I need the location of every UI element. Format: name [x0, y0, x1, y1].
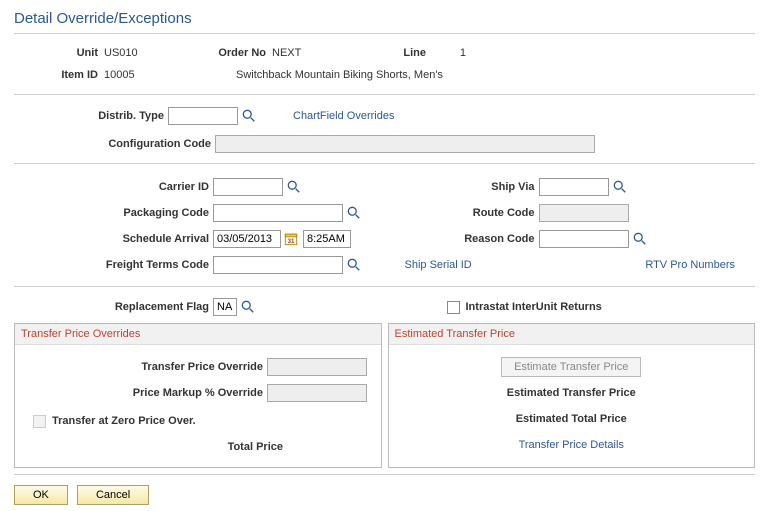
- distrib-input[interactable]: [168, 107, 238, 125]
- etot-label: Estimated Total Price: [397, 413, 747, 425]
- estimated-transfer-price-panel: Estimated Transfer Price Estimate Transf…: [388, 323, 756, 468]
- lower-section: Replacement Flag Intrastat InterUnit Ret…: [14, 287, 755, 474]
- transfer-price-overrides-panel: Transfer Price Overrides Transfer Price …: [14, 323, 382, 468]
- route-label: Route Code: [385, 207, 535, 219]
- price-override-input: [267, 358, 367, 376]
- itemid-value: 10005: [98, 69, 206, 81]
- transfer-price-details-link[interactable]: Transfer Price Details: [519, 439, 624, 451]
- intrastat-checkbox[interactable]: [447, 301, 460, 314]
- intrastat-label: Intrastat InterUnit Returns: [466, 301, 602, 313]
- rtv-pro-numbers-link[interactable]: RTV Pro Numbers: [645, 259, 735, 271]
- calendar-icon[interactable]: 31: [283, 231, 299, 247]
- carrier-input[interactable]: [213, 178, 283, 196]
- line-label: Line: [386, 47, 426, 59]
- schedule-date-input[interactable]: [213, 230, 281, 248]
- distrib-row: Distrib. Type ChartField Overrides: [14, 95, 755, 131]
- freight-label: Freight Terms Code: [14, 259, 209, 271]
- schedule-time-input[interactable]: [303, 230, 351, 248]
- replacement-input[interactable]: [213, 298, 237, 316]
- replacement-label: Replacement Flag: [14, 301, 209, 313]
- distrib-label: Distrib. Type: [14, 110, 164, 122]
- item-description: Switchback Mountain Biking Shorts, Men's: [206, 69, 443, 81]
- panel-title-right: Estimated Transfer Price: [389, 324, 755, 345]
- shipvia-label: Ship Via: [385, 181, 535, 193]
- lookup-icon[interactable]: [346, 257, 362, 273]
- footer: OK Cancel: [14, 474, 755, 505]
- ok-button[interactable]: OK: [14, 485, 68, 505]
- lookup-icon[interactable]: [240, 299, 256, 315]
- markup-label: Price Markup % Override: [23, 387, 263, 399]
- packaging-label: Packaging Code: [14, 207, 209, 219]
- estimate-transfer-price-button[interactable]: Estimate Transfer Price: [501, 357, 641, 377]
- config-input: [215, 135, 595, 153]
- lookup-icon[interactable]: [632, 231, 648, 247]
- svg-text:31: 31: [288, 238, 295, 245]
- shipvia-input[interactable]: [539, 178, 609, 196]
- zero-price-checkbox[interactable]: [33, 415, 46, 428]
- page-title: Detail Override/Exceptions: [14, 6, 755, 34]
- orderno-label: Order No: [206, 47, 266, 59]
- lookup-icon[interactable]: [241, 108, 257, 124]
- panel-title-left: Transfer Price Overrides: [15, 324, 381, 345]
- lookup-icon[interactable]: [286, 179, 302, 195]
- mid-section: Carrier ID Ship Via Packaging Code Route…: [14, 164, 755, 287]
- markup-input: [267, 384, 367, 402]
- line-value: 1: [426, 47, 466, 59]
- cancel-button[interactable]: Cancel: [77, 485, 149, 505]
- schedule-label: Schedule Arrival: [14, 233, 209, 245]
- chartfield-overrides-link[interactable]: ChartField Overrides: [293, 110, 394, 122]
- carrier-label: Carrier ID: [14, 181, 209, 193]
- total-price-label: Total Price: [23, 441, 283, 453]
- packaging-input[interactable]: [213, 204, 343, 222]
- freight-input[interactable]: [213, 256, 343, 274]
- ship-serial-link[interactable]: Ship Serial ID: [405, 259, 472, 271]
- orderno-value: NEXT: [266, 47, 386, 59]
- etp-label: Estimated Transfer Price: [397, 387, 747, 399]
- config-label: Configuration Code: [14, 138, 211, 150]
- reason-input[interactable]: [539, 230, 629, 248]
- route-input: [539, 204, 629, 222]
- zero-price-label: Transfer at Zero Price Over.: [52, 415, 196, 427]
- price-override-label: Transfer Price Override: [23, 361, 263, 373]
- itemid-label: Item ID: [14, 69, 98, 81]
- lookup-icon[interactable]: [346, 205, 362, 221]
- unit-value: US010: [98, 47, 206, 59]
- unit-label: Unit: [14, 47, 98, 59]
- lookup-icon[interactable]: [612, 179, 628, 195]
- header-section: Unit US010 Order No NEXT Line 1 Item ID …: [14, 34, 755, 95]
- reason-label: Reason Code: [385, 233, 535, 245]
- config-row: Configuration Code: [14, 131, 755, 164]
